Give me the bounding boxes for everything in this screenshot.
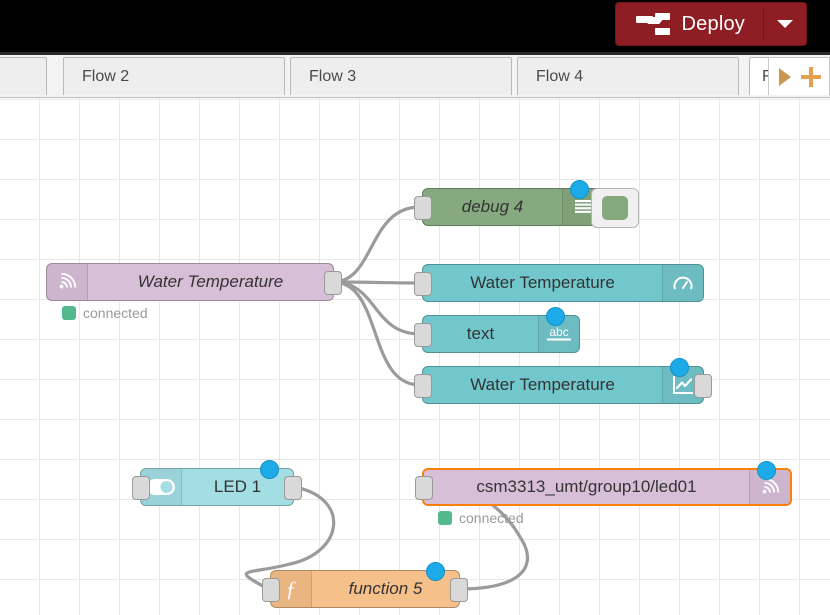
node-mqtt-in-water-temperature[interactable]: Water Temperature [46, 263, 342, 301]
deploy-dropdown-toggle[interactable] [764, 3, 806, 45]
node-badge [757, 461, 776, 480]
node-ui-chart-water-temperature[interactable]: Water Temperature [414, 358, 712, 404]
node-label: csm3313_umt/group10/led01 [476, 477, 697, 496]
wire-layer [244, 205, 530, 591]
tab-flow-4[interactable]: Flow 4 [517, 57, 739, 95]
node-badge [570, 180, 589, 199]
deploy-flow-icon [635, 13, 670, 35]
status-mqtt-in-connected: connected [62, 305, 148, 321]
tab-label: Flow 4 [536, 67, 584, 85]
node-label: Water Temperature [470, 273, 615, 292]
mqtt-antenna-icon [47, 264, 88, 300]
plus-icon[interactable] [801, 66, 821, 87]
node-label: Water Temperature [470, 375, 615, 394]
node-label: text [466, 324, 495, 343]
tab-label: Flow 2 [82, 67, 130, 85]
deploy-button-label: Deploy [681, 12, 745, 35]
tab-flow-2[interactable]: Flow 2 [63, 57, 285, 95]
output-port[interactable] [450, 578, 468, 602]
tab-flow-3[interactable]: Flow 3 [290, 57, 512, 95]
tab-scroll-controls [768, 57, 830, 95]
node-label: debug 4 [461, 197, 524, 216]
wire-mqtt-to-text [331, 280, 422, 336]
deploy-button-group[interactable]: Deploy [615, 3, 806, 45]
flow-canvas[interactable]: Water Temperature connected debug 4 Wate… [0, 97, 830, 615]
node-mqtt-out-led01[interactable]: csm3313_umt/group10/led01 [415, 461, 792, 506]
chevron-down-icon [777, 20, 793, 28]
deploy-button[interactable]: Deploy [616, 3, 763, 45]
status-dot-icon [438, 511, 452, 525]
input-port[interactable] [414, 323, 432, 347]
output-port[interactable] [694, 374, 712, 398]
status-mqtt-out-connected: connected [438, 510, 524, 526]
input-port[interactable] [132, 476, 150, 500]
gauge-icon [662, 265, 703, 301]
status-label: connected [83, 305, 148, 321]
tab-partial-left[interactable] [0, 57, 47, 95]
input-port[interactable] [262, 578, 280, 602]
output-port[interactable] [284, 476, 302, 500]
node-debug-4[interactable]: debug 4 [414, 180, 639, 228]
node-ui-text[interactable]: text abc [414, 307, 580, 353]
debug-enable-toggle[interactable] [591, 188, 639, 228]
node-ui-gauge-water-temperature[interactable]: Water Temperature [414, 264, 704, 302]
input-port[interactable] [414, 196, 432, 220]
output-port[interactable] [324, 271, 342, 295]
input-port[interactable] [414, 374, 432, 398]
node-badge [426, 562, 445, 581]
svg-text:abc: abc [549, 325, 568, 339]
arrow-right-icon[interactable] [779, 67, 791, 86]
input-port[interactable] [414, 272, 432, 296]
node-badge [670, 358, 689, 377]
top-header-bar: Deploy [0, 0, 830, 52]
input-port[interactable] [415, 476, 433, 500]
status-label: connected [459, 510, 524, 526]
node-badge [260, 460, 279, 479]
node-ui-switch-led-1[interactable]: LED 1 [132, 460, 302, 506]
node-label: Water Temperature [137, 272, 284, 291]
flow-tab-bar: Flow 2 Flow 3 Flow 4 F [0, 52, 830, 98]
status-dot-icon [62, 306, 76, 320]
node-function-5[interactable]: ƒ function 5 [262, 562, 468, 608]
debug-toggle-indicator [602, 196, 628, 220]
tab-label: Flow 3 [309, 67, 357, 85]
wire-mqtt-to-debug [331, 205, 422, 284]
svg-text:ƒ: ƒ [286, 577, 297, 601]
node-badge [546, 307, 565, 326]
